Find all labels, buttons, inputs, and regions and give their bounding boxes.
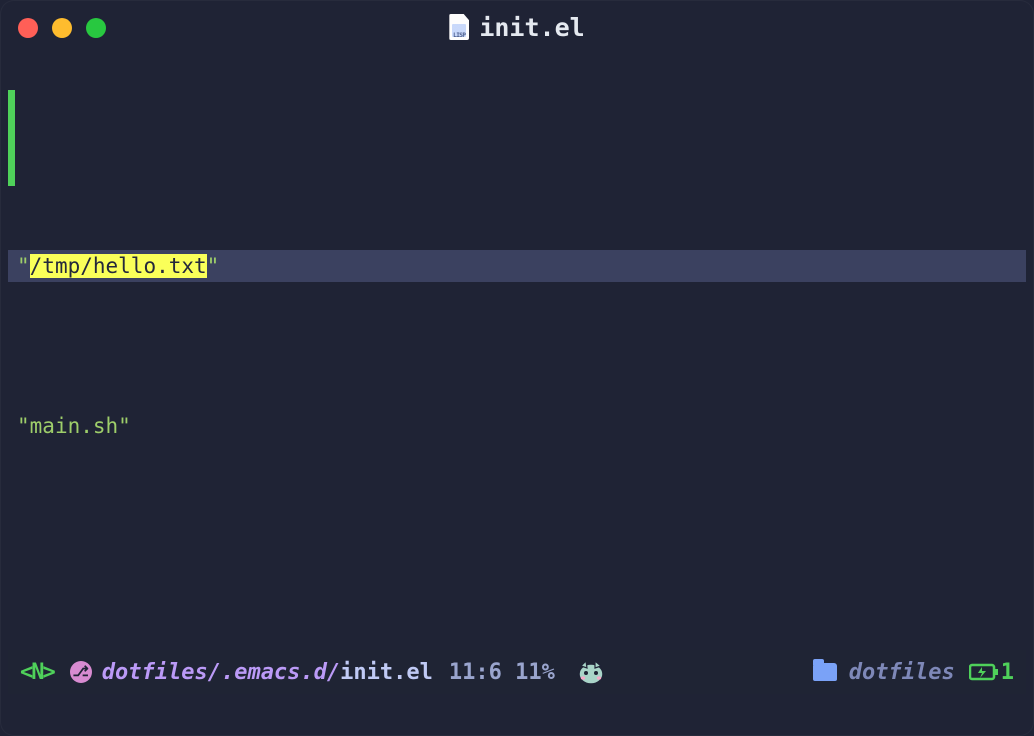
file-type-icon-label: LISP — [449, 32, 469, 39]
battery-charging-icon — [969, 662, 999, 682]
close-icon[interactable] — [18, 18, 38, 38]
file-type-icon: LISP — [449, 14, 469, 40]
battery-segment: 1 — [969, 660, 1014, 685]
title: LISP init.el — [449, 13, 584, 42]
evil-state-indicator: <N> — [20, 660, 54, 685]
project-segment: dotfiles — [813, 660, 955, 685]
project-name: dotfiles — [849, 660, 955, 685]
nyan-cat-icon — [571, 658, 607, 686]
modeline: <N> ⎇ dotfiles/.emacs.d/init.el 11:6 11%… — [8, 650, 1026, 694]
code-line[interactable] — [8, 570, 1026, 602]
vcs-segment: ⎇ dotfiles/.emacs.d/init.el — [70, 660, 433, 685]
code-line[interactable]: "/tmp/hello.txt" — [8, 250, 1026, 282]
titlebar: LISP init.el — [0, 0, 1034, 54]
title-filename: init.el — [479, 13, 584, 42]
git-gutter-added-icon — [8, 90, 15, 186]
window-controls — [18, 18, 106, 38]
editor[interactable]: "/tmp/hello.txt" "main.sh" (defvar strai… — [8, 90, 1026, 640]
minimize-icon[interactable] — [52, 18, 72, 38]
cursor-position: 11:6 11% — [449, 660, 555, 685]
folder-icon — [813, 663, 837, 681]
zoom-icon[interactable] — [86, 18, 106, 38]
region-selection: /tmp/hello.txt — [30, 254, 207, 278]
buffer-path-dir: dotfiles/.emacs.d/ — [102, 660, 340, 685]
git-branch-icon: ⎇ — [70, 661, 92, 683]
code-line[interactable]: "main.sh" — [8, 410, 1026, 442]
buffer-path-file: init.el — [340, 660, 433, 685]
battery-percent: 1 — [1001, 660, 1014, 685]
